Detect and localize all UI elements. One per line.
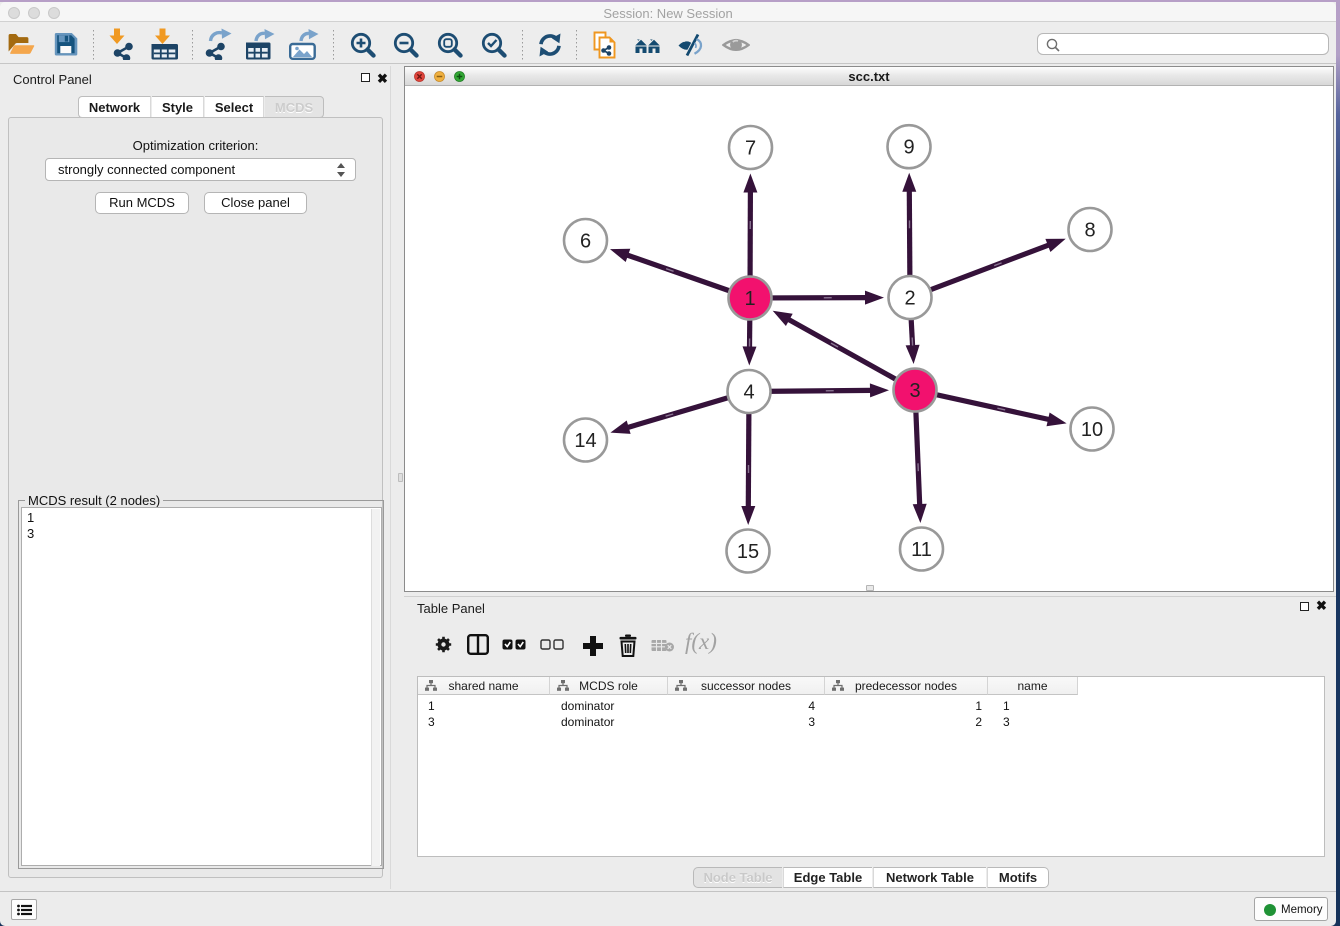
svg-text:2: 2: [904, 288, 915, 310]
svg-text:6: 6: [580, 231, 591, 253]
svg-text:11: 11: [911, 539, 932, 561]
svg-text:8: 8: [1084, 220, 1095, 242]
svg-text:1: 1: [744, 288, 755, 310]
svg-text:7: 7: [745, 138, 756, 160]
svg-text:4: 4: [743, 382, 754, 404]
svg-text:15: 15: [737, 541, 759, 563]
svg-text:9: 9: [903, 137, 914, 159]
svg-text:3: 3: [909, 380, 920, 402]
svg-text:10: 10: [1081, 419, 1103, 441]
svg-text:14: 14: [574, 430, 596, 452]
